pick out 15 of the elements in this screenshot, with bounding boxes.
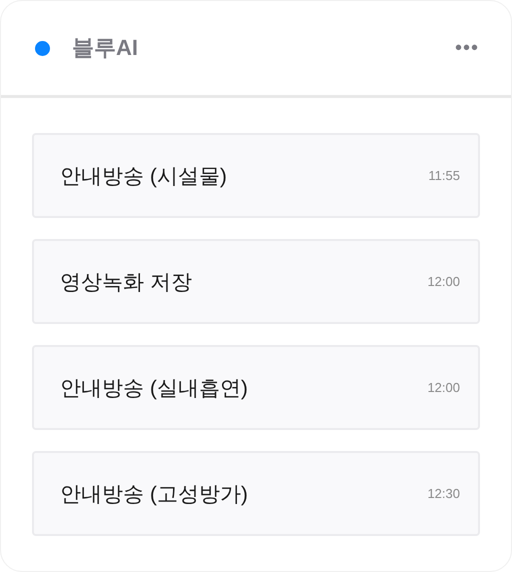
list-item[interactable]: 영상녹화 저장 12:00 <box>32 239 480 324</box>
header-title: 블루AI <box>72 34 139 62</box>
item-title: 안내방송 (실내흡연) <box>60 376 248 402</box>
item-time: 12:30 <box>427 486 460 501</box>
item-time: 12:00 <box>427 380 460 395</box>
more-menu-button[interactable]: ••• <box>454 36 479 60</box>
item-time: 12:00 <box>427 274 460 289</box>
item-title: 영상녹화 저장 <box>60 270 192 296</box>
list-item[interactable]: 안내방송 (고성방가) 12:30 <box>32 451 480 536</box>
status-dot <box>35 40 50 56</box>
list-item[interactable]: 안내방송 (실내흡연) 12:00 <box>32 345 480 430</box>
item-time: 11:55 <box>428 168 460 183</box>
item-title: 안내방송 (시설물) <box>60 164 227 190</box>
list-item[interactable]: 안내방송 (시설물) 11:55 <box>32 133 480 218</box>
item-title: 안내방송 (고성방가) <box>60 482 248 508</box>
